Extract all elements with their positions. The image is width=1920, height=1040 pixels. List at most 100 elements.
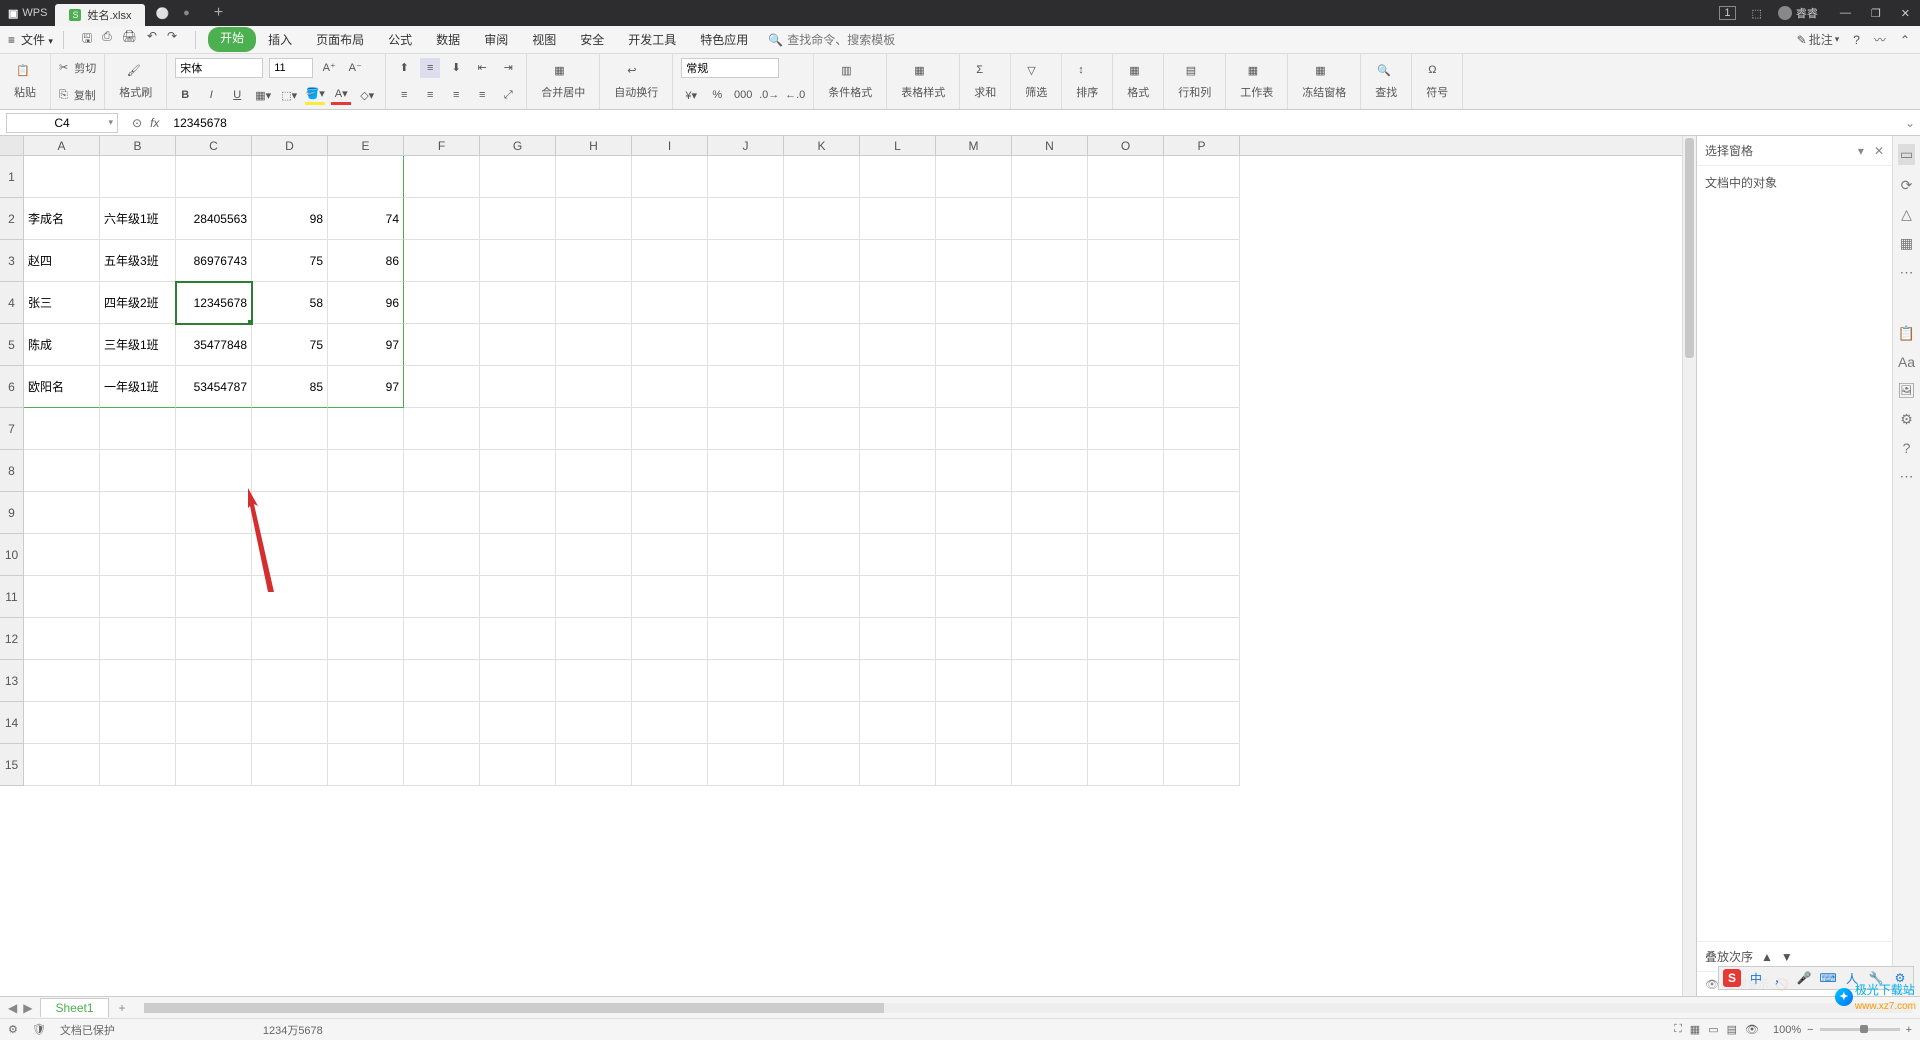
cell[interactable] [860,576,936,618]
cell[interactable] [708,492,784,534]
align-middle-icon[interactable]: ≡ [420,58,440,78]
cell[interactable] [708,156,784,198]
cell[interactable] [784,744,860,786]
cell[interactable] [404,450,480,492]
cell[interactable] [556,324,632,366]
send-backward-icon[interactable]: ▼ [1781,950,1793,964]
cell[interactable] [1088,576,1164,618]
cell[interactable] [24,660,100,702]
copy-label[interactable]: 复制 [74,87,96,103]
cell[interactable] [784,492,860,534]
cell[interactable] [1012,324,1088,366]
cell[interactable] [404,282,480,324]
sheet-nav-prev-icon[interactable]: ◀ [8,1001,17,1015]
worksheet-button[interactable]: ▦工作表 [1234,64,1279,100]
cell[interactable] [480,156,556,198]
cell[interactable] [708,660,784,702]
filter-button[interactable]: ▽筛选 [1019,64,1053,100]
cell[interactable] [860,660,936,702]
cell[interactable] [252,492,328,534]
clear-format-icon[interactable]: ◇▾ [357,85,377,105]
row-header-6[interactable]: 6 [0,366,24,408]
cell[interactable] [252,618,328,660]
cell[interactable] [936,450,1012,492]
cell[interactable] [252,702,328,744]
cell[interactable] [1012,618,1088,660]
cell[interactable] [1012,576,1088,618]
grid[interactable]: 1 2 李成名 六年级1班 28405563 98 74 3 赵四 五年级3班 … [0,156,1682,786]
cell[interactable] [632,408,708,450]
cell[interactable] [1164,240,1240,282]
cell[interactable] [936,618,1012,660]
print-icon[interactable]: 🖨 [122,29,137,50]
cell[interactable] [404,744,480,786]
row-header-14[interactable]: 14 [0,702,24,744]
col-header-L[interactable]: L [860,136,936,155]
refresh-icon[interactable]: ⟳ [1901,177,1913,194]
cell[interactable] [1088,702,1164,744]
auto-wrap-button[interactable]: ↩自动换行 [608,64,664,100]
cell[interactable] [480,744,556,786]
cell[interactable] [1164,744,1240,786]
freeze-button[interactable]: ▦冻结窗格 [1296,64,1352,100]
cell[interactable] [24,408,100,450]
cell[interactable] [632,198,708,240]
cut-icon[interactable]: ✂ [59,61,68,74]
cell[interactable] [860,450,936,492]
sheet-nav-next-icon[interactable]: ▶ [23,1001,32,1015]
cut-label[interactable]: 剪切 [74,60,96,76]
cell[interactable] [100,408,176,450]
vertical-scrollbar[interactable] [1682,136,1696,996]
help-icon[interactable]: ? [1903,440,1911,456]
cell[interactable] [556,282,632,324]
cell[interactable] [100,618,176,660]
restore-button[interactable]: ❐ [1861,7,1891,20]
image-icon[interactable]: 🖼 [1898,382,1916,399]
row-header-4[interactable]: 4 [0,282,24,324]
cell[interactable] [1012,198,1088,240]
ime-mic-icon[interactable]: 🎤 [1795,969,1813,987]
fill-handle[interactable] [248,320,252,324]
add-sheet-button[interactable]: + [109,1001,136,1015]
command-search[interactable]: 🔍 [760,33,915,47]
cell[interactable] [784,240,860,282]
cell[interactable] [556,534,632,576]
cell[interactable]: 74 [328,198,404,240]
row-header-15[interactable]: 15 [0,744,24,786]
cell[interactable] [860,702,936,744]
more2-icon[interactable]: ⋯ [1900,468,1914,485]
cell[interactable] [860,534,936,576]
cell[interactable] [252,156,328,198]
cell[interactable] [632,492,708,534]
cell[interactable] [1164,618,1240,660]
font-size-select[interactable] [269,58,313,78]
tab-pin-icon[interactable]: ⚪ [155,7,169,20]
cell[interactable] [24,744,100,786]
cell-style-icon[interactable]: ⬚▾ [279,85,299,105]
cell[interactable] [860,408,936,450]
cell[interactable] [556,240,632,282]
cell[interactable] [1164,534,1240,576]
zoom-slider[interactable] [1820,1028,1900,1031]
settings-icon[interactable]: ⚙ [8,1023,18,1036]
col-header-P[interactable]: P [1164,136,1240,155]
clipboard-icon[interactable]: 📋 [1898,325,1915,342]
cell[interactable] [632,576,708,618]
cell[interactable] [328,408,404,450]
col-header-D[interactable]: D [252,136,328,155]
sort-button[interactable]: ↕排序 [1070,64,1104,100]
cell[interactable] [480,282,556,324]
tab-formula[interactable]: 公式 [376,27,424,52]
cell[interactable] [784,618,860,660]
fill-color-icon[interactable]: 🪣▾ [305,85,325,105]
cell[interactable] [936,702,1012,744]
cell[interactable] [784,156,860,198]
row-header-8[interactable]: 8 [0,450,24,492]
ime-lang-icon[interactable]: 中 [1747,969,1765,987]
cell[interactable] [1164,156,1240,198]
settings-icon[interactable]: ⚙ [1900,411,1913,428]
cell[interactable] [1012,240,1088,282]
cell[interactable] [176,618,252,660]
symbol-button[interactable]: Ω符号 [1420,64,1454,100]
cell[interactable] [328,492,404,534]
